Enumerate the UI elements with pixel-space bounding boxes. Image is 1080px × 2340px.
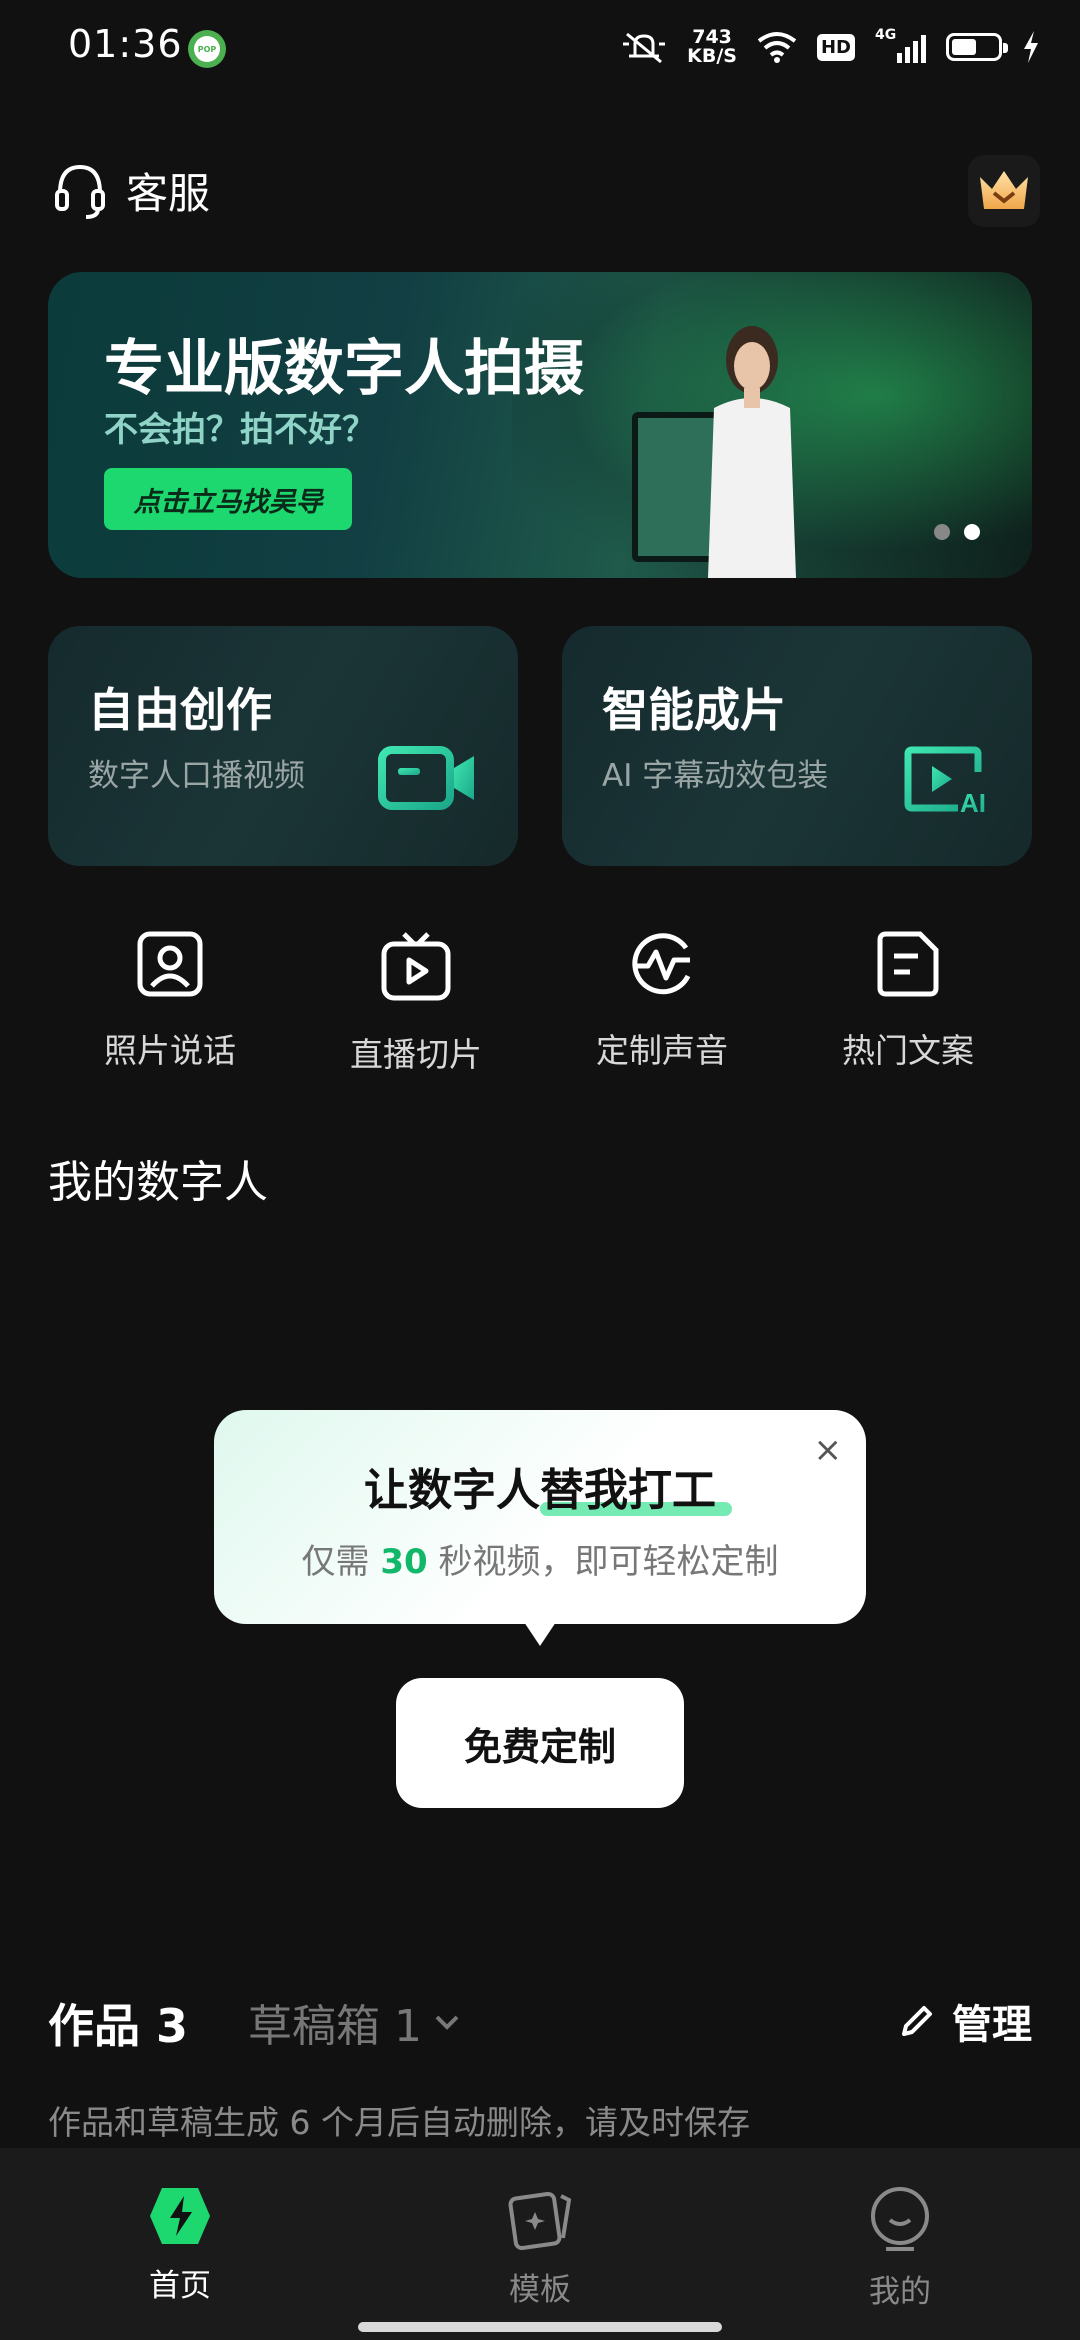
voice-wave-icon bbox=[632, 933, 691, 995]
video-camera-icon bbox=[378, 746, 474, 810]
nav-label: 首页 bbox=[149, 2268, 211, 2304]
custom-voice-action[interactable]: 定制声音 bbox=[552, 930, 772, 1072]
tooltip-sub-number: 30 bbox=[380, 1542, 428, 1582]
net-speed: 743 KB/S bbox=[687, 28, 737, 66]
tooltip-sub-suffix: 秒视频，即可轻松定制 bbox=[427, 1542, 779, 1582]
pagination-dot-active bbox=[964, 524, 980, 540]
tv-play-icon bbox=[381, 932, 451, 1001]
auto-delete-notice: 作品和草稿生成 6 个月后自动删除，请及时保存 bbox=[48, 2103, 750, 2142]
pencil-icon bbox=[902, 2006, 932, 2036]
tooltip-sub-prefix: 仅需 bbox=[301, 1542, 381, 1582]
smart-video-card[interactable]: 智能成片 AI 字幕动效包装 AI bbox=[562, 626, 1032, 866]
live-clip-action[interactable]: 直播切片 bbox=[306, 930, 526, 1076]
promo-banner[interactable]: 专业版数字人拍摄 不会拍？拍不好？ 点击立马找吴导 bbox=[48, 272, 1032, 578]
hd-badge: HD bbox=[816, 33, 855, 61]
quick-action-label: 照片说话 bbox=[104, 1031, 236, 1070]
banner-subtitle: 不会拍？拍不好？ bbox=[104, 410, 376, 450]
card-subtitle: 数字人口播视频 bbox=[88, 758, 305, 794]
close-icon[interactable]: × bbox=[814, 1430, 843, 1470]
banner-title: 专业版数字人拍摄 bbox=[104, 334, 584, 404]
chevron-down-icon bbox=[435, 2015, 459, 2030]
nav-home[interactable]: 首页 bbox=[90, 2186, 270, 2305]
photo-talk-action[interactable]: 照片说话 bbox=[60, 930, 280, 1072]
lightning-home-icon bbox=[150, 2188, 210, 2244]
ai-play-icon: AI bbox=[904, 746, 986, 816]
signal-4g: 4G bbox=[875, 27, 926, 63]
network-type: 4G bbox=[875, 27, 897, 43]
headset-icon bbox=[55, 164, 105, 219]
home-indicator[interactable] bbox=[358, 2322, 722, 2332]
pop-app-icon: POP bbox=[188, 30, 226, 68]
manage-label: 管理 bbox=[952, 2002, 1032, 2048]
quick-action-label: 热门文案 bbox=[842, 1031, 974, 1070]
mute-bell-icon bbox=[623, 32, 666, 64]
presenter-image bbox=[708, 326, 796, 578]
works-header: 作品 3 草稿箱 1 管理 bbox=[48, 1990, 1032, 2054]
nav-label: 模板 bbox=[509, 2272, 571, 2308]
net-speed-unit: KB/S bbox=[687, 45, 737, 67]
nav-mine[interactable]: 我的 bbox=[810, 2186, 990, 2311]
drafts-label: 草稿箱 1 bbox=[248, 2001, 422, 2052]
status-time: 01:36 bbox=[68, 22, 183, 66]
customer-service-button[interactable]: 客服 bbox=[52, 160, 210, 221]
nav-label: 我的 bbox=[869, 2274, 931, 2310]
quick-action-label: 直播切片 bbox=[350, 1035, 482, 1074]
tooltip-title: 让数字人替我打工 bbox=[364, 1465, 716, 1516]
wifi-icon bbox=[757, 32, 797, 63]
works-tab[interactable]: 作品 3 bbox=[48, 1990, 188, 2056]
free-customize-button[interactable]: 免费定制 bbox=[396, 1678, 684, 1808]
template-cards-icon bbox=[508, 2191, 572, 2250]
card-title: 自由创作 bbox=[88, 683, 272, 737]
bottom-nav: 首页 模板 我的 bbox=[0, 2148, 1080, 2340]
customer-service-label: 客服 bbox=[126, 169, 211, 218]
svg-text:AI: AI bbox=[960, 788, 986, 816]
vip-crown-button[interactable] bbox=[968, 155, 1040, 227]
document-icon bbox=[877, 931, 939, 997]
tooltip-subtitle: 仅需 30 秒视频，即可轻松定制 bbox=[214, 1534, 866, 1583]
profile-face-icon bbox=[871, 2187, 929, 2251]
nav-templates[interactable]: 模板 bbox=[450, 2186, 630, 2309]
banner-pagination bbox=[934, 524, 980, 540]
drafts-tab[interactable]: 草稿箱 1 bbox=[248, 1990, 460, 2054]
quick-action-label: 定制声音 bbox=[596, 1031, 728, 1070]
free-creation-card[interactable]: 自由创作 数字人口播视频 bbox=[48, 626, 518, 866]
manage-button[interactable]: 管理 bbox=[898, 1992, 1032, 2050]
charging-bolt-icon bbox=[1024, 31, 1038, 63]
hot-copy-action[interactable]: 热门文案 bbox=[798, 930, 1018, 1072]
crown-icon bbox=[980, 171, 1028, 209]
my-digital-human-title: 我的数字人 bbox=[48, 1157, 268, 1208]
status-icons: 743 KB/S HD 4G bbox=[621, 22, 1040, 72]
battery-icon bbox=[946, 33, 1008, 61]
portrait-icon bbox=[137, 931, 203, 997]
promo-tooltip: 让数字人替我打工 仅需 30 秒视频，即可轻松定制 × bbox=[214, 1410, 866, 1646]
pop-badge-text: POP bbox=[194, 36, 220, 62]
card-subtitle: AI 字幕动效包装 bbox=[602, 758, 829, 794]
pagination-dot bbox=[934, 524, 950, 540]
banner-cta-button[interactable]: 点击立马找吴导 bbox=[104, 468, 352, 530]
card-title: 智能成片 bbox=[602, 683, 786, 737]
